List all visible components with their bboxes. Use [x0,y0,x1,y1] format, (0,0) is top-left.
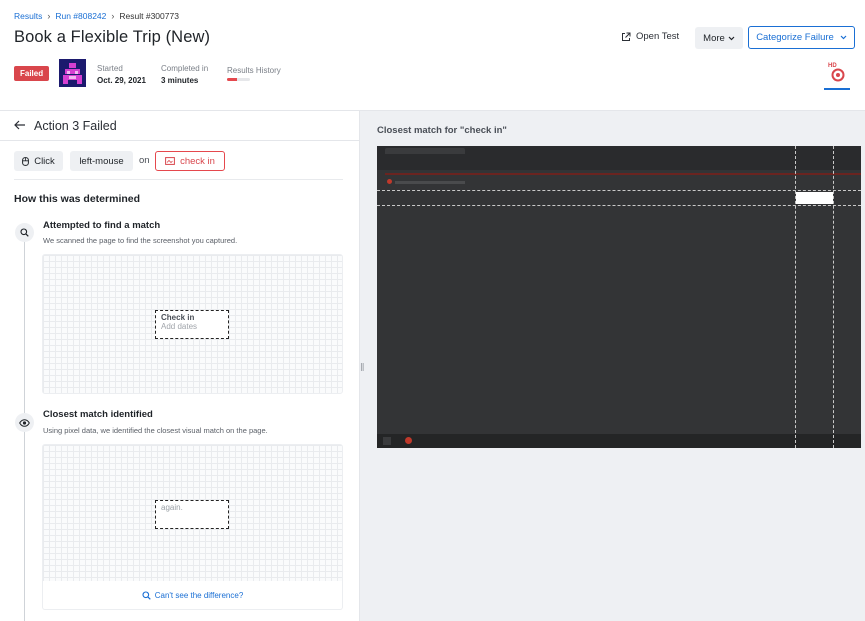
screenshot-browser-tab [385,148,465,154]
categorize-failure-label: Categorize Failure [756,32,834,43]
match-guide-left [795,146,796,448]
click-chip: Click [14,151,63,171]
breadcrumb-results-link[interactable]: Results [14,11,42,21]
page-title: Book a Flexible Trip (New) [14,28,211,46]
target-chip[interactable]: check in [155,151,225,171]
started-label: Started [97,64,123,73]
breadcrumb-current: Result #300773 [119,11,179,21]
match-guide-right [833,146,834,448]
closest-match-panel: Closest match for "check in" [360,111,865,621]
target-label: check in [180,155,215,167]
action-detail-panel: Action 3 Failed Click left-mouse on chec… [0,111,360,621]
on-word: on [139,155,150,166]
step-search-icon-circle [15,223,34,242]
action-header: Action 3 Failed [0,111,359,141]
chevron-down-icon [728,36,735,40]
step2-description: Using pixel data, we identified the clos… [43,426,268,435]
captured-screenshot-canvas: Check in Add dates [42,254,343,394]
breadcrumb: Results › Run #808242 › Result #300773 [14,11,179,21]
categorize-failure-button[interactable]: Categorize Failure [748,26,855,49]
captured-element-box: Check in Add dates [155,310,229,339]
captured-text-primary: Check in [161,313,195,322]
panel-resize-handle[interactable]: ‖ [360,362,365,374]
chrome-icon: HD [828,63,845,82]
matched-text: again. [161,503,183,512]
cant-see-difference-label: Can't see the difference? [154,590,244,600]
more-button[interactable]: More [695,27,743,49]
external-link-icon [622,32,631,41]
avatar [59,59,86,87]
hd-badge-text: HD [828,63,837,69]
screenshot-bottom-bar [377,434,861,448]
open-test-button[interactable]: Open Test [621,31,679,42]
action-title: Action 3 Failed [34,119,117,133]
avatar-pattern-icon [59,59,86,87]
screenshot-alert-dot [387,179,392,184]
breadcrumb-run-link[interactable]: Run #808242 [55,11,106,21]
click-label: Click [34,155,55,167]
mouse-button-chip: left-mouse [70,151,133,171]
page-screenshot [377,146,861,448]
closest-match-title: Closest match for "check in" [377,125,507,136]
open-test-label: Open Test [636,31,680,42]
chevron-down-icon [840,35,847,40]
status-badge: Failed [14,66,50,81]
completed-value: 3 minutes [161,76,199,85]
step1-description: We scanned the page to find the screensh… [43,236,238,245]
screenshot-match-region [796,192,833,204]
back-arrow-icon[interactable] [14,120,26,130]
page-header: Results › Run #808242 › Result #300773 B… [0,0,865,111]
cant-see-difference-link[interactable]: Can't see the difference? [42,581,343,610]
screenshot-text-row [395,181,465,184]
started-meta: Started Oct. 29, 2021 [97,64,146,85]
screenshot-bottom-dot [405,437,412,444]
completed-meta: Completed in 3 minutes [161,64,208,85]
search-icon [20,228,29,237]
results-history-fill [227,78,238,81]
completed-label: Completed in [161,64,209,73]
how-determined-title: How this was determined [14,193,141,205]
search-icon [142,590,151,600]
image-icon [165,157,175,165]
eye-icon [19,418,30,427]
closest-match-canvas: again. [42,444,343,582]
divider [14,179,343,180]
started-value: Oct. 29, 2021 [97,76,146,85]
chevron-right-icon: › [47,11,51,21]
captured-text-secondary: Add dates [161,322,198,331]
results-history-label: Results History [227,66,281,75]
step2-title: Closest match identified [43,409,153,420]
screenshot-banner-line [385,173,861,175]
browser-selector[interactable]: HD [824,60,850,90]
results-history-bar[interactable] [227,78,250,81]
match-guide-top [377,190,861,191]
screenshot-bottom-square [383,437,391,445]
chevron-right-icon: › [111,11,115,21]
step1-title: Attempted to find a match [43,220,161,231]
match-guide-bottom [377,205,861,206]
step-eye-icon-circle [15,413,34,432]
more-label: More [703,32,725,44]
matched-element-box: again. [155,500,229,529]
mouse-icon [22,156,30,166]
